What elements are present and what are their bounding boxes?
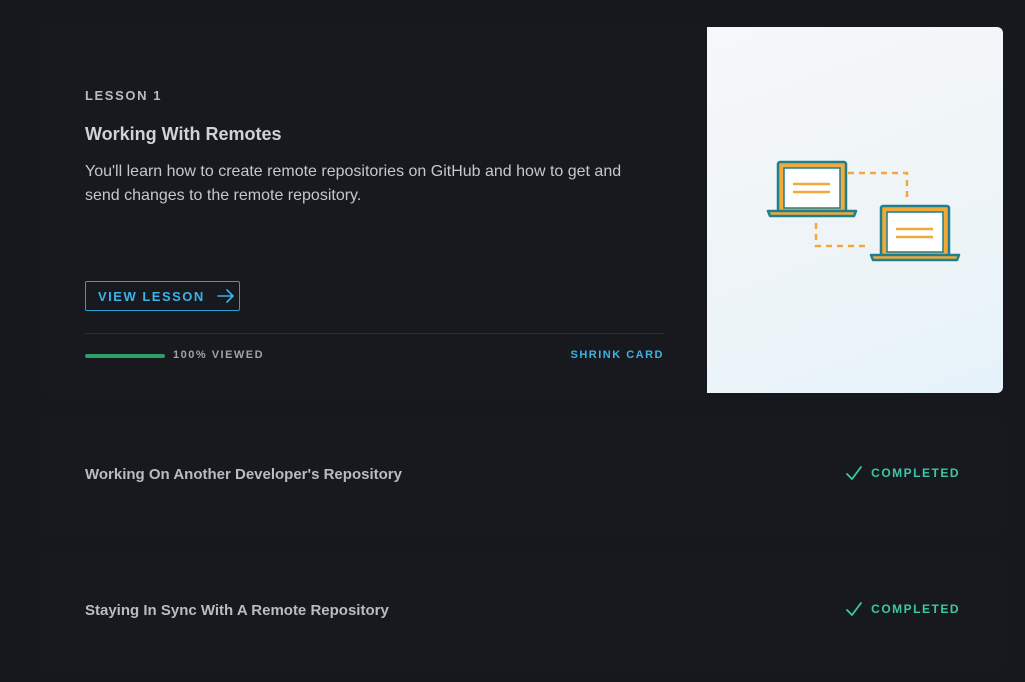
progress-row: 100% VIEWED SHRINK CARD [85, 347, 664, 365]
lesson-row-title: Working On Another Developer's Repositor… [85, 466, 402, 483]
lesson-row-title: Staying In Sync With A Remote Repository [85, 602, 389, 619]
checkmark-icon [845, 465, 863, 481]
completed-label: COMPLETED [871, 466, 960, 480]
lesson-description: You'll learn how to create remote reposi… [85, 163, 622, 204]
checkmark-icon [845, 601, 863, 617]
view-lesson-button[interactable]: VIEW LESSON [85, 281, 240, 311]
progress-text: 100% VIEWED [173, 349, 265, 361]
shrink-card-button[interactable]: SHRINK CARD [571, 349, 665, 361]
lesson-row[interactable]: Staying In Sync With A Remote Repository… [42, 556, 1003, 668]
lesson-row[interactable]: Working On Another Developer's Repositor… [42, 420, 1003, 532]
completed-label: COMPLETED [871, 602, 960, 616]
view-lesson-label: VIEW LESSON [98, 288, 205, 304]
progress-bar-fill [85, 354, 165, 358]
completed-status: COMPLETED [845, 601, 960, 617]
lesson-list-page: LESSON 1 Working With Remotes You'll lea… [0, 0, 1025, 682]
two-laptops-sync-illustration [707, 27, 1003, 393]
lesson-card-body: LESSON 1 Working With Remotes You'll lea… [85, 27, 664, 393]
card-divider [85, 333, 664, 334]
arrow-right-icon [216, 289, 235, 303]
lesson-title: Working With Remotes [85, 124, 282, 144]
lesson-number-label: LESSON 1 [85, 88, 163, 103]
progress-bar [85, 354, 165, 358]
completed-status: COMPLETED [845, 465, 960, 481]
